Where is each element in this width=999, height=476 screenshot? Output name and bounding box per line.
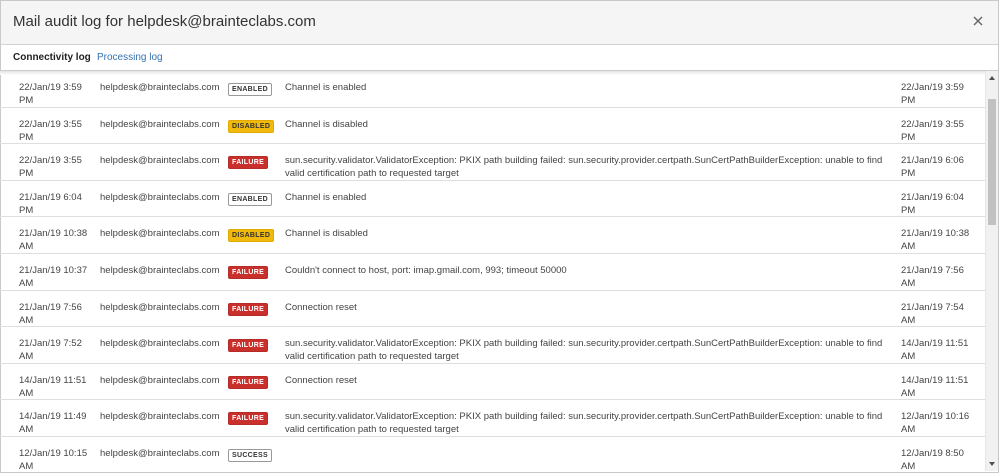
log-time: 22/Jan/19 3:59 PM — [19, 82, 82, 106]
dialog-header: Mail audit log for helpdesk@brainteclabs… — [1, 1, 998, 45]
log-row: 12/Jan/19 10:15 AM helpdesk@brainteclabs.… — [0, 437, 985, 471]
log-email: helpdesk@brainteclabs.com — [100, 82, 220, 93]
scroll-up-icon[interactable] — [986, 71, 998, 85]
log-email: helpdesk@brainteclabs.com — [100, 155, 220, 167]
log-time-end: 14/Jan/19 11:51 AM — [901, 374, 969, 399]
log-row: 14/Jan/19 11:51 AM helpdesk@brainteclabs.… — [0, 364, 985, 401]
status-badge: FAILURE — [228, 265, 269, 279]
log-row: 21/Jan/19 10:37 AM helpdesk@brainteclabs.… — [0, 254, 985, 291]
log-row: 22/Jan/19 3:55 PM helpdesk@brainteclabs.c… — [0, 108, 985, 145]
status-badge-cell: DISABLED — [228, 119, 275, 133]
status-badge: FAILURE — [228, 412, 269, 426]
status-badge: FAILURE — [228, 156, 269, 170]
log-row: 14/Jan/19 11:49 AM helpdesk@brainteclabs.… — [0, 400, 985, 437]
log-time-end: 22/Jan/19 3:55 PM — [901, 118, 964, 143]
log-email: helpdesk@brainteclabs.com — [100, 447, 220, 459]
status-badge: DISABLED — [228, 229, 275, 243]
log-row: 22/Jan/19 3:59 PM helpdesk@brainteclabs.c… — [0, 71, 985, 108]
log-time-end: 21/Jan/19 10:38 AM — [901, 228, 970, 253]
log-row: 21/Jan/19 7:52 AM helpdesk@brainteclabs.c… — [0, 327, 985, 364]
log-message: sun.security.validator.ValidatorExceptio… — [285, 411, 883, 436]
log-time-end: 14/Jan/19 11:51 AM — [901, 338, 969, 363]
log-email: helpdesk@brainteclabs.com — [100, 264, 220, 276]
log-message: Couldn't connect to host, port: imap.gma… — [285, 264, 567, 276]
status-badge-cell: SUCCESS — [228, 448, 272, 462]
log-message: Connection reset — [285, 374, 357, 386]
log-time: 22/Jan/19 3:55 PM — [19, 155, 82, 180]
log-message: Channel is disabled — [285, 118, 368, 130]
log-message: sun.security.validator.ValidatorExceptio… — [285, 155, 883, 180]
log-time: 14/Jan/19 11:49 AM — [19, 411, 87, 436]
status-badge-cell: ENABLED — [228, 192, 272, 206]
log-message: Channel is enabled — [285, 191, 367, 203]
log-time-end: 21/Jan/19 7:56 AM — [901, 264, 964, 289]
status-badge-cell: FAILURE — [228, 375, 269, 389]
status-badge-cell: FAILURE — [228, 338, 269, 353]
log-email: helpdesk@brainteclabs.com — [100, 301, 220, 313]
status-badge-cell: FAILURE — [228, 302, 269, 316]
log-time: 21/Jan/19 7:52 AM — [19, 338, 82, 363]
status-badge-cell: FAILURE — [228, 411, 269, 426]
log-time: 12/Jan/19 10:15 AM — [19, 447, 88, 471]
log-time-end: 22/Jan/19 3:59 PM — [901, 82, 964, 106]
log-row: 22/Jan/19 3:55 PM helpdesk@brainteclabs.c… — [0, 144, 985, 181]
status-badge: FAILURE — [228, 302, 269, 316]
log-time: 21/Jan/19 10:37 AM — [19, 264, 88, 289]
log-row: 21/Jan/19 10:38 AM helpdesk@brainteclabs.… — [0, 217, 985, 254]
log-time-end: 21/Jan/19 6:06 PM — [901, 155, 964, 180]
status-badge: DISABLED — [228, 119, 275, 133]
log-time-end: 21/Jan/19 7:54 AM — [901, 301, 964, 326]
log-message: Channel is enabled — [285, 82, 367, 93]
log-email: helpdesk@brainteclabs.com — [100, 338, 220, 350]
log-list: 22/Jan/19 3:59 PM helpdesk@brainteclabs.c… — [0, 71, 985, 471]
log-row: 21/Jan/19 7:56 AM helpdesk@brainteclabs.c… — [0, 291, 985, 328]
log-time: 21/Jan/19 6:04 PM — [19, 191, 82, 216]
tab-connectivity-log[interactable]: Connectivity log — [13, 52, 91, 63]
status-badge: FAILURE — [228, 339, 269, 353]
log-time: 21/Jan/19 10:38 AM — [19, 228, 88, 253]
log-message: sun.security.validator.ValidatorExceptio… — [285, 338, 883, 363]
status-badge-cell: FAILURE — [228, 265, 269, 279]
dialog-title: Mail audit log for helpdesk@brainteclabs… — [13, 13, 316, 30]
log-time: 14/Jan/19 11:51 AM — [19, 374, 87, 399]
log-time: 22/Jan/19 3:55 PM — [19, 118, 82, 143]
scrollbar-thumb[interactable] — [988, 99, 996, 225]
log-time-end: 12/Jan/19 8:50 AM — [901, 447, 964, 471]
status-badge: ENABLED — [228, 192, 272, 206]
log-email: helpdesk@brainteclabs.com — [100, 228, 220, 240]
status-badge: ENABLED — [228, 83, 272, 96]
status-badge-cell: ENABLED — [228, 82, 272, 96]
log-message: Channel is disabled — [285, 228, 368, 240]
log-message: Connection reset — [285, 301, 357, 313]
log-time-end: 12/Jan/19 10:16 AM — [901, 411, 970, 436]
log-email: helpdesk@brainteclabs.com — [100, 411, 220, 423]
status-badge: SUCCESS — [228, 448, 272, 462]
log-tabs: Connectivity log Processing log — [1, 45, 998, 71]
log-email: helpdesk@brainteclabs.com — [100, 118, 220, 130]
close-icon[interactable] — [969, 12, 987, 30]
status-badge-cell: FAILURE — [228, 155, 269, 170]
log-email: helpdesk@brainteclabs.com — [100, 374, 220, 386]
status-badge-cell: DISABLED — [228, 228, 275, 243]
vertical-scrollbar[interactable] — [985, 71, 998, 471]
log-row: 21/Jan/19 6:04 PM helpdesk@brainteclabs.c… — [0, 181, 985, 218]
log-time-end: 21/Jan/19 6:04 PM — [901, 191, 964, 216]
log-email: helpdesk@brainteclabs.com — [100, 191, 220, 203]
scroll-down-icon[interactable] — [986, 457, 998, 471]
tab-processing-log[interactable]: Processing log — [97, 52, 163, 63]
status-badge: FAILURE — [228, 375, 269, 389]
log-time: 21/Jan/19 7:56 AM — [19, 301, 82, 326]
